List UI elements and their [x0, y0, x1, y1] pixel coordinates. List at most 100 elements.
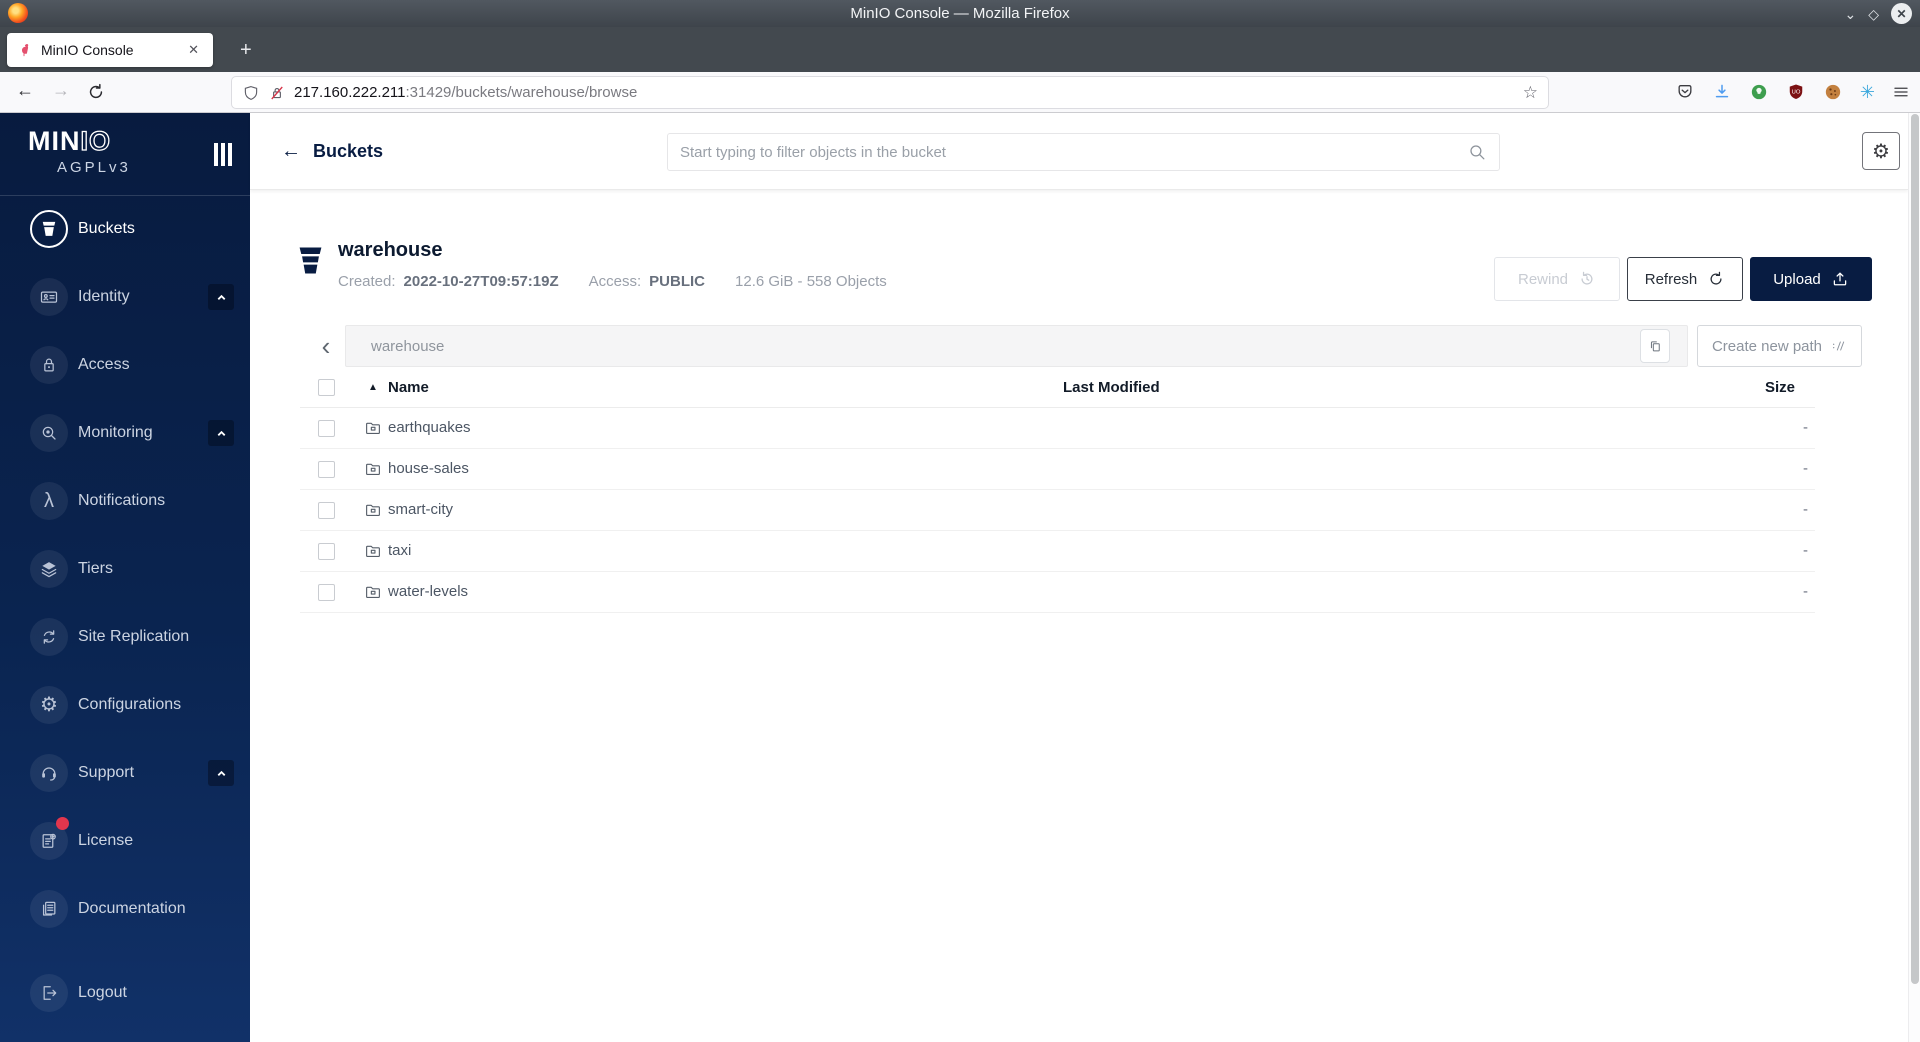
upload-button[interactable]: Upload	[1750, 257, 1872, 301]
browser-navbar: ← → 217.160.222.211:31429/buckets/wareho…	[0, 72, 1920, 113]
access-value: PUBLIC	[649, 273, 706, 290]
sidebar: MINIO AGPLv3 Buckets Identity Access Mon…	[0, 113, 250, 1042]
layers-icon	[30, 550, 68, 588]
reload-button[interactable]	[86, 82, 106, 102]
select-all-checkbox[interactable]	[318, 379, 335, 396]
refresh-icon	[1710, 271, 1722, 285]
rewind-icon	[1581, 271, 1593, 285]
page-scrollbar[interactable]	[1908, 113, 1920, 1042]
window-close-icon[interactable]: ✕	[1891, 3, 1912, 24]
folder-icon	[364, 501, 382, 519]
bucket-settings-button[interactable]: ⚙	[1862, 132, 1900, 170]
cookie-extension-icon[interactable]	[1823, 82, 1843, 102]
object-name[interactable]: water-levels	[388, 583, 468, 600]
extension-green-icon[interactable]	[1749, 82, 1769, 102]
search-icon	[1470, 144, 1485, 159]
url-bar[interactable]: 217.160.222.211:31429/buckets/warehouse/…	[232, 77, 1548, 108]
hamburger-menu-icon[interactable]	[1892, 83, 1910, 101]
folder-icon	[364, 419, 382, 437]
breadcrumb[interactable]: ← Buckets	[281, 113, 383, 190]
sidebar-item-tiers[interactable]: Tiers	[0, 550, 250, 588]
scrollbar-thumb[interactable]	[1911, 114, 1919, 984]
table-row[interactable]: earthquakes -	[300, 408, 1815, 449]
sidebar-item-notifications[interactable]: λ Notifications	[0, 482, 250, 520]
row-checkbox[interactable]	[318, 420, 335, 437]
sidebar-item-logout[interactable]: Logout	[0, 974, 250, 1012]
breadcrumb-buckets-link[interactable]: Buckets	[313, 141, 383, 162]
browser-tab[interactable]: MinIO Console ✕	[7, 33, 213, 67]
tab-close-icon[interactable]: ✕	[184, 40, 203, 60]
ublock-origin-icon[interactable]: UO	[1786, 82, 1806, 102]
sidebar-item-buckets[interactable]: Buckets	[0, 210, 250, 248]
window-maximize-icon[interactable]: ◇	[1868, 7, 1879, 21]
tab-title: MinIO Console	[41, 42, 134, 58]
forward-button[interactable]: →	[52, 80, 70, 101]
object-name[interactable]: smart-city	[388, 501, 453, 518]
back-arrow-icon[interactable]: ←	[281, 140, 301, 163]
objects-table: ▲ Name Last Modified Size earthquakes - …	[300, 375, 1815, 613]
table-row[interactable]: house-sales -	[300, 449, 1815, 490]
gear-icon: ⚙	[30, 686, 68, 724]
object-size: -	[1803, 542, 1808, 559]
sidebar-item-identity[interactable]: Identity	[0, 278, 250, 316]
sidebar-item-monitoring[interactable]: Monitoring	[0, 414, 250, 452]
extension-asterisk-icon[interactable]: ✳	[1860, 82, 1875, 103]
table-row[interactable]: smart-city -	[300, 490, 1815, 531]
filter-search-input[interactable]	[680, 143, 1468, 161]
object-name[interactable]: taxi	[388, 542, 411, 559]
url-path: :31429/buckets/warehouse/browse	[405, 84, 638, 101]
sidebar-item-license[interactable]: License	[0, 817, 250, 860]
headset-icon	[30, 754, 68, 792]
bucket-summary: 12.6 GiB - 558 Objects	[735, 273, 887, 290]
license-edition-label: AGPLv3	[57, 159, 131, 176]
tracking-shield-icon[interactable]	[242, 84, 260, 102]
firefox-logo-icon	[8, 3, 28, 23]
new-tab-button[interactable]: +	[232, 37, 260, 63]
insecure-lock-icon[interactable]	[268, 84, 286, 102]
row-checkbox[interactable]	[318, 543, 335, 560]
table-row[interactable]: water-levels -	[300, 572, 1815, 613]
documentation-icon	[30, 890, 68, 928]
bookmark-star-icon[interactable]: ☆	[1523, 83, 1538, 103]
chevron-up-icon[interactable]	[208, 420, 234, 446]
folder-icon	[364, 460, 382, 478]
sidebar-item-configurations[interactable]: ⚙ Configurations	[0, 686, 250, 724]
lambda-icon: λ	[30, 482, 68, 520]
column-header-name[interactable]: Name	[388, 379, 429, 396]
tab-bar: MinIO Console ✕ +	[0, 27, 1920, 72]
refresh-button[interactable]: Refresh	[1627, 257, 1743, 301]
sidebar-item-documentation[interactable]: Documentation	[0, 890, 250, 928]
url-text[interactable]: 217.160.222.211:31429/buckets/warehouse/…	[294, 84, 1523, 101]
rewind-button[interactable]: Rewind	[1494, 257, 1620, 301]
row-checkbox[interactable]	[318, 502, 335, 519]
object-size: -	[1803, 501, 1808, 518]
object-name[interactable]: house-sales	[388, 460, 469, 477]
sort-ascending-icon[interactable]: ▲	[368, 382, 378, 393]
sidebar-item-access[interactable]: Access	[0, 346, 250, 384]
sidebar-item-site-replication[interactable]: Site Replication	[0, 618, 250, 656]
pocket-icon[interactable]	[1675, 82, 1695, 102]
sidebar-collapse-icon[interactable]	[214, 143, 232, 166]
gear-icon: ⚙	[1872, 140, 1890, 163]
access-label: Access:	[588, 273, 642, 290]
folder-icon	[364, 583, 382, 601]
sidebar-divider	[0, 195, 250, 196]
lock-icon	[30, 346, 68, 384]
back-button[interactable]: ←	[16, 80, 34, 101]
folder-icon	[364, 542, 382, 560]
chevron-up-icon[interactable]	[208, 284, 234, 310]
create-new-path-button[interactable]: Create new path	[1697, 325, 1862, 367]
object-name[interactable]: earthquakes	[388, 419, 471, 436]
table-row[interactable]: taxi -	[300, 531, 1815, 572]
window-minimize-icon[interactable]: ⌄	[1844, 7, 1856, 21]
sidebar-item-support[interactable]: Support	[0, 754, 250, 792]
path-back-button[interactable]: ‹	[307, 325, 345, 367]
downloads-icon[interactable]	[1712, 82, 1732, 102]
row-checkbox[interactable]	[318, 461, 335, 478]
copy-path-button[interactable]	[1640, 329, 1670, 363]
row-checkbox[interactable]	[318, 584, 335, 601]
chevron-up-icon[interactable]	[208, 760, 234, 786]
column-header-size[interactable]: Size	[1765, 379, 1795, 396]
column-header-last-modified[interactable]: Last Modified	[1063, 379, 1160, 396]
monitoring-search-icon	[30, 414, 68, 452]
